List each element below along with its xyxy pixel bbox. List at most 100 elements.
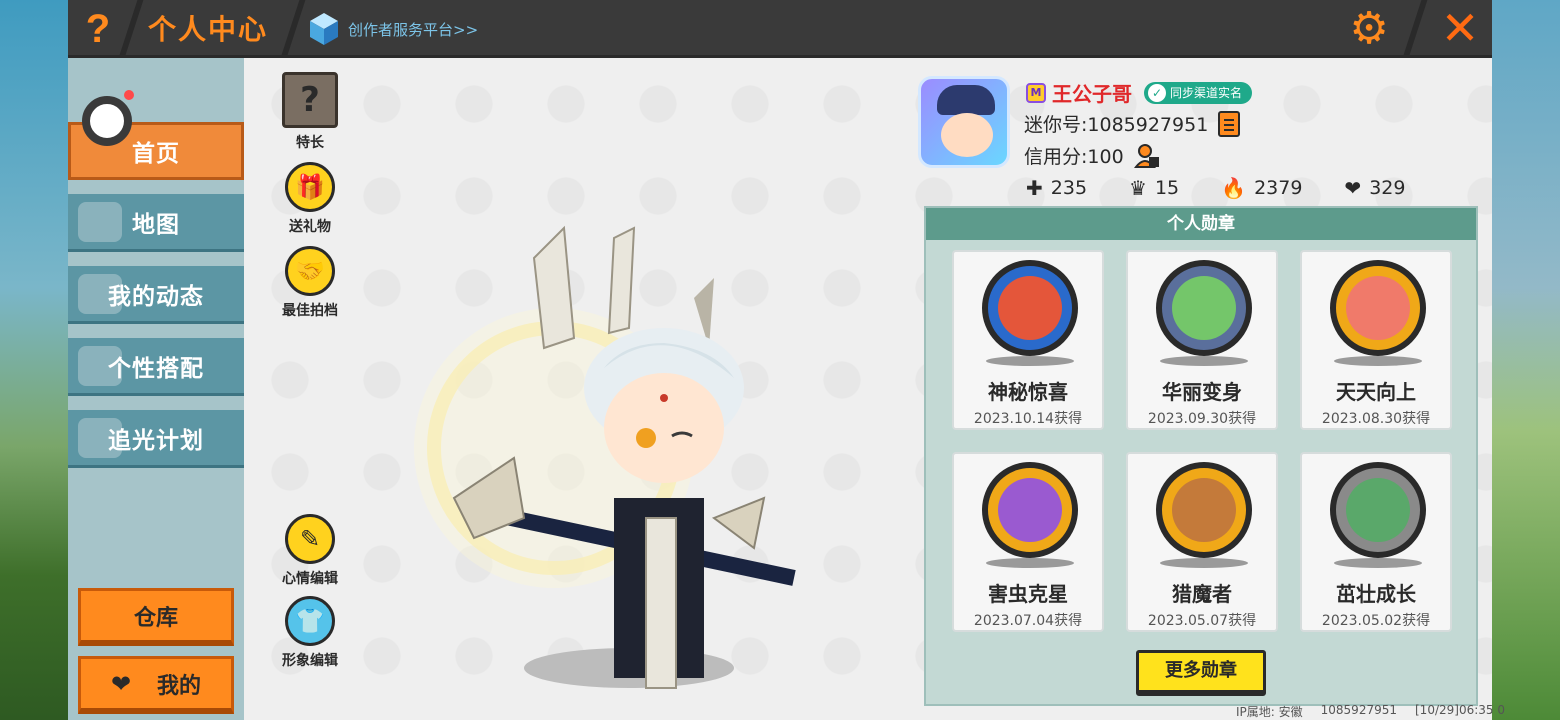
medal-badge-inner xyxy=(998,478,1062,542)
medal-card[interactable]: 华丽变身 2023.09.30获得 xyxy=(1126,250,1278,430)
nav-item-label: 追光计划 xyxy=(108,427,204,454)
edit-mood-button[interactable]: ✎ 心情编辑 xyxy=(270,514,350,588)
best-partner-label: 最佳拍档 xyxy=(282,303,338,319)
realname-badge[interactable]: ✓ 同步渠道实名 xyxy=(1144,81,1253,104)
heart-icon: ❤ xyxy=(110,669,132,698)
top-bar: ? 个人中心 创作者服务平台>> ⚙ ✕ xyxy=(68,0,1492,58)
credit-person-icon[interactable] xyxy=(1133,143,1160,169)
ip-location: IP属地: 安徽 xyxy=(1236,705,1303,719)
nav-item-plan[interactable]: 追光计划 xyxy=(68,410,244,468)
medals-header: 个人勋章 xyxy=(926,208,1476,240)
nav-item-label: 我的动态 xyxy=(108,283,204,310)
stat-value: 2379 xyxy=(1254,177,1303,199)
main-panel: ? 特长 🎁 送礼物 🤝 最佳拍档 ✎ 心情编辑 👕 形象编辑 M 王公子哥 ✓… xyxy=(244,58,1492,720)
cube-icon xyxy=(308,11,340,47)
medal-badge-icon xyxy=(1330,260,1426,356)
character-avatar[interactable] xyxy=(414,218,814,708)
medal-pedestal xyxy=(1160,558,1248,568)
medal-card[interactable]: 神秘惊喜 2023.10.14获得 xyxy=(952,250,1104,430)
divider xyxy=(280,0,306,58)
game-background-right xyxy=(1490,0,1560,720)
realname-badge-label: 同步渠道实名 xyxy=(1170,86,1243,100)
mini-id: 迷你号:1085927951 xyxy=(1024,114,1209,136)
sidebar: 首页 地图 我的动态 个性搭配 追光计划 仓库 ❤ 我的 xyxy=(68,58,244,720)
medal-badge-inner xyxy=(1346,478,1410,542)
medal-pedestal xyxy=(1334,558,1422,568)
medal-card[interactable]: 天天向上 2023.08.30获得 xyxy=(1300,250,1452,430)
medal-date: 2023.09.30获得 xyxy=(1147,411,1257,427)
floating-assistant-button[interactable] xyxy=(82,96,132,146)
send-gift-button[interactable]: 🎁 送礼物 xyxy=(270,162,350,236)
profile-stats: ✚ 235 ♛ 15 🔥 2379 ❤ 329 xyxy=(1026,176,1405,200)
medal-badge-icon xyxy=(982,260,1078,356)
edit-appearance-button[interactable]: 👕 形象编辑 xyxy=(270,596,350,670)
medal-name: 猎魔者 xyxy=(1172,582,1232,606)
divider xyxy=(118,0,144,58)
mini-id-line: 迷你号:1085927951 xyxy=(1024,110,1241,137)
fire-icon: 🔥 xyxy=(1221,176,1247,200)
medal-date: 2023.05.07获得 xyxy=(1147,613,1257,629)
skill-button[interactable]: ? 特长 xyxy=(270,72,350,152)
creator-platform-label: 创作者服务平台>> xyxy=(348,20,479,39)
profile-name-line: M 王公子哥 ✓ 同步渠道实名 xyxy=(1026,78,1253,107)
nav-item-label: 个性搭配 xyxy=(108,355,204,382)
profile-avatar[interactable] xyxy=(918,76,1010,168)
copy-icon[interactable] xyxy=(1218,110,1241,137)
medal-badge-icon xyxy=(1156,260,1252,356)
medals-panel: 个人勋章 神秘惊喜 2023.10.14获得 华丽变身 2023.09.30获得 天天向… xyxy=(924,206,1478,706)
more-medals-button[interactable]: 更多勋章 xyxy=(1136,650,1266,696)
best-partner-button[interactable]: 🤝 最佳拍档 xyxy=(270,246,350,320)
medal-name: 天天向上 xyxy=(1336,380,1416,404)
credit-line: 信用分:100 xyxy=(1024,142,1160,169)
footer-info: IP属地: 安徽 1085927951 [10/29]06:35 0 xyxy=(1236,703,1505,720)
stat-fans[interactable]: ♛ 15 xyxy=(1129,176,1179,200)
footer-uid: 1085927951 xyxy=(1320,703,1397,717)
credit-score: 信用分:100 xyxy=(1024,146,1124,168)
nav-item-label: 地图 xyxy=(132,211,180,238)
edit-pencil-icon: ✎ xyxy=(285,514,335,564)
medal-card[interactable]: 茁壮成长 2023.05.02获得 xyxy=(1300,452,1452,632)
medal-card[interactable]: 猎魔者 2023.05.07获得 xyxy=(1126,452,1278,632)
medal-date: 2023.10.14获得 xyxy=(973,411,1083,427)
medal-pedestal xyxy=(1160,356,1248,366)
map-icon xyxy=(78,201,122,242)
heart-icon: ❤ xyxy=(1344,176,1362,200)
plus-icon: ✚ xyxy=(1026,176,1043,200)
nav-item-map[interactable]: 地图 xyxy=(68,194,244,252)
nav-item-feed[interactable]: 我的动态 xyxy=(68,266,244,324)
medal-card[interactable]: 害虫克星 2023.07.04获得 xyxy=(952,452,1104,632)
close-button[interactable]: ✕ xyxy=(1436,4,1484,52)
medal-badge-inner xyxy=(1172,276,1236,340)
game-background-left xyxy=(0,0,70,720)
stat-plus[interactable]: ✚ 235 xyxy=(1026,176,1087,200)
medal-badge-inner xyxy=(998,276,1062,340)
settings-gear-icon[interactable]: ⚙ xyxy=(1346,6,1392,52)
question-box-icon: ? xyxy=(282,72,338,128)
send-gift-label: 送礼物 xyxy=(289,219,331,235)
medal-name: 神秘惊喜 xyxy=(988,380,1068,404)
mine-button[interactable]: ❤ 我的 xyxy=(78,656,234,714)
mine-label: 我的 xyxy=(157,673,202,699)
creator-platform-link[interactable]: 创作者服务平台>> xyxy=(308,10,478,48)
medal-badge-icon xyxy=(982,462,1078,558)
vip-badge-icon: M xyxy=(1026,82,1046,103)
warehouse-button[interactable]: 仓库 xyxy=(78,588,234,646)
medal-name: 害虫克星 xyxy=(988,582,1068,606)
edit-mood-label: 心情编辑 xyxy=(282,571,338,587)
medal-date: 2023.08.30获得 xyxy=(1321,411,1431,427)
medal-badge-icon xyxy=(1330,462,1426,558)
medal-pedestal xyxy=(1334,356,1422,366)
medal-badge-inner xyxy=(1172,478,1236,542)
medal-pedestal xyxy=(986,356,1074,366)
warehouse-label: 仓库 xyxy=(133,605,178,631)
medal-name: 茁壮成长 xyxy=(1336,582,1416,606)
avatar-face xyxy=(941,113,993,157)
medal-badge-icon xyxy=(1156,462,1252,558)
stat-likes[interactable]: ❤ 329 xyxy=(1344,176,1405,200)
stat-popularity[interactable]: 🔥 2379 xyxy=(1221,176,1302,200)
username: 王公子哥 xyxy=(1052,82,1132,106)
help-button[interactable]: ? xyxy=(74,6,122,52)
divider xyxy=(1402,0,1428,58)
nav-item-outfit[interactable]: 个性搭配 xyxy=(68,338,244,396)
avatar-hat xyxy=(937,85,995,115)
